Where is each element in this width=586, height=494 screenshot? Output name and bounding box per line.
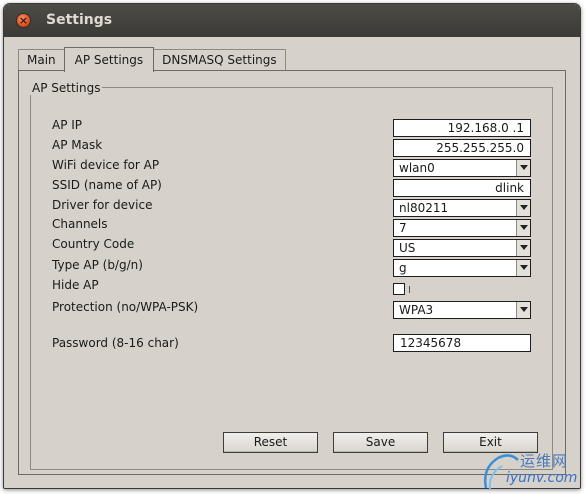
label-ssid: SSID (name of AP) xyxy=(52,178,162,192)
label-country-code: Country Code xyxy=(52,237,135,251)
watermark-url: iyunv.com xyxy=(506,470,578,486)
type-ap-value: g xyxy=(399,261,407,275)
country-code-select[interactable]: US xyxy=(393,239,531,257)
chevron-down-icon[interactable] xyxy=(516,220,530,236)
protection-value: WPA3 xyxy=(399,303,434,317)
settings-window: × Settings Main AP Settings DNSMASQ Sett… xyxy=(3,3,581,489)
chevron-down-icon[interactable] xyxy=(516,240,530,256)
ap-ip-field[interactable]: 192.168.0 .1 xyxy=(393,119,531,137)
tab-dnsmasq-settings[interactable]: DNSMASQ Settings xyxy=(153,49,286,70)
chevron-down-icon[interactable] xyxy=(516,302,530,318)
watermark-text: 运维网 xyxy=(520,452,569,470)
label-password: Password (8-16 char) xyxy=(52,336,179,350)
password-field[interactable]: 12345678 xyxy=(393,334,531,352)
tab-bar: Main AP Settings DNSMASQ Settings xyxy=(18,47,286,72)
group-title: AP Settings xyxy=(30,81,103,95)
driver-value: nl80211 xyxy=(399,201,449,215)
channels-value: 7 xyxy=(399,221,407,235)
label-hide-ap: Hide AP xyxy=(52,278,99,292)
tab-main[interactable]: Main xyxy=(18,49,65,70)
channels-select[interactable]: 7 xyxy=(393,219,531,237)
type-ap-select[interactable]: g xyxy=(393,259,531,277)
chevron-down-icon[interactable] xyxy=(516,260,530,276)
window-title: Settings xyxy=(46,12,113,28)
ssid-field[interactable]: dlink xyxy=(393,179,531,197)
driver-select[interactable]: nl80211 xyxy=(393,199,531,217)
checkbox-mark xyxy=(409,286,410,293)
chevron-down-icon[interactable] xyxy=(516,160,530,176)
titlebar: × Settings xyxy=(4,4,580,37)
label-channels: Channels xyxy=(52,217,108,231)
close-icon[interactable]: × xyxy=(16,13,31,28)
wifi-device-select[interactable]: wlan0 xyxy=(393,159,531,177)
hide-ap-checkbox[interactable] xyxy=(393,283,405,295)
label-ap-ip: AP IP xyxy=(52,118,83,132)
label-ap-mask: AP Mask xyxy=(52,138,103,152)
label-type-ap: Type AP (b/g/n) xyxy=(52,258,143,272)
label-driver: Driver for device xyxy=(52,198,153,212)
label-wifi-device: WiFi device for AP xyxy=(52,158,160,172)
label-protection: Protection (no/WPA-PSK) xyxy=(52,300,199,314)
wifi-device-value: wlan0 xyxy=(399,161,435,175)
ap-mask-field[interactable]: 255.255.255.0 xyxy=(393,139,531,157)
country-code-value: US xyxy=(399,241,416,255)
chevron-down-icon[interactable] xyxy=(516,200,530,216)
save-button[interactable]: Save xyxy=(333,432,428,453)
protection-select[interactable]: WPA3 xyxy=(393,301,531,319)
reset-button[interactable]: Reset xyxy=(223,432,318,453)
tab-ap-settings[interactable]: AP Settings xyxy=(63,47,155,72)
